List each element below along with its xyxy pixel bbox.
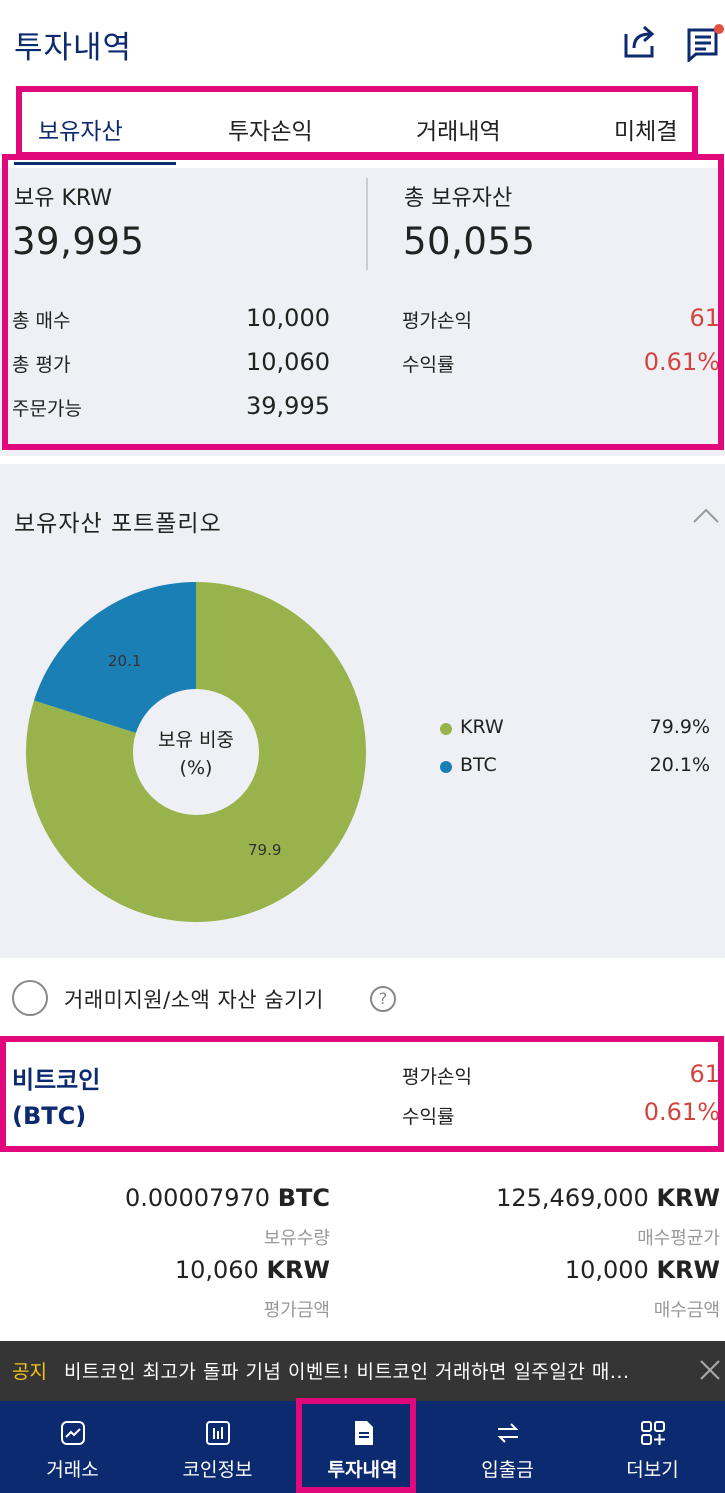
chevron-up-icon[interactable] bbox=[692, 506, 720, 526]
tab-transactions[interactable]: 거래내역 bbox=[416, 112, 501, 146]
coin-return-label: 수익률 bbox=[402, 1106, 455, 1128]
tab-unfilled[interactable]: 미체결 bbox=[614, 112, 677, 146]
return-label: 수익률 bbox=[402, 354, 455, 376]
avg-price-unit: KRW bbox=[656, 1184, 720, 1212]
help-icon[interactable]: ? bbox=[370, 986, 396, 1012]
nav-investment-history[interactable]: 투자내역 bbox=[290, 1401, 435, 1493]
total-eval-label: 총 평가 bbox=[12, 354, 71, 376]
notice-list-icon[interactable] bbox=[686, 22, 725, 62]
donut-center-line2: (%) bbox=[179, 757, 213, 779]
portfolio-title: 보유자산 포트폴리오 bbox=[14, 511, 222, 537]
coin-symbol: (BTC) bbox=[12, 1102, 87, 1130]
coin-pnl-value: 61 bbox=[689, 1060, 720, 1088]
holdings-summary: 보유 KRW 39,995 총 보유자산 50,055 총 매수 10,000 … bbox=[0, 168, 725, 456]
transfer-arrows-icon bbox=[497, 1423, 518, 1443]
total-assets-label: 총 보유자산 bbox=[404, 186, 513, 211]
donut-center-label: 보유 비중 (%) bbox=[136, 726, 256, 782]
document-icon bbox=[354, 1421, 373, 1445]
tab-profit-loss[interactable]: 투자손익 bbox=[228, 112, 313, 146]
return-value: 0.61% bbox=[643, 348, 720, 376]
asset-tabs: 보유자산 투자손익 거래내역 미체결 bbox=[0, 88, 725, 168]
pnl-label: 평가손익 bbox=[402, 310, 472, 332]
total-buy-value: 10,000 bbox=[246, 304, 330, 332]
notice-text[interactable]: 비트코인 최고가 돌파 기념 이벤트! 비트코인 거래하면 일주일간 매... bbox=[64, 1357, 630, 1384]
eval-amount: 10,060 KRW bbox=[20, 1256, 330, 1284]
holding-amount: 0.00007970 BTC bbox=[20, 1184, 330, 1212]
notice-bar[interactable]: 공지 비트코인 최고가 돌파 기념 이벤트! 비트코인 거래하면 일주일간 매.… bbox=[0, 1341, 725, 1401]
nav-deposit-withdraw-label: 입출금 bbox=[481, 1459, 534, 1481]
slice-label-krw: 79.9 bbox=[248, 841, 282, 859]
nav-deposit-withdraw[interactable]: 입출금 bbox=[435, 1401, 580, 1493]
total-buy-label: 총 매수 bbox=[12, 310, 71, 332]
pnl-value: 61 bbox=[689, 304, 720, 332]
donut-center-line1: 보유 비중 bbox=[158, 729, 234, 751]
legend-item-btc: BTC 20.1% bbox=[440, 752, 710, 782]
eval-amount-number: 10,060 bbox=[174, 1256, 259, 1284]
summary-divider bbox=[366, 178, 368, 270]
coin-pnl-label: 평가손익 bbox=[402, 1066, 472, 1088]
avg-price-label: 매수평균가 bbox=[637, 1228, 720, 1249]
hide-small-assets-row: 거래미지원/소액 자산 숨기기 ? bbox=[0, 958, 725, 1038]
notice-tag: 공지 bbox=[12, 1361, 47, 1383]
page-title: 투자내역 bbox=[14, 30, 133, 66]
app-header: 투자내역 bbox=[0, 0, 725, 88]
nav-exchange-label: 거래소 bbox=[46, 1459, 99, 1481]
nav-more-label: 더보기 bbox=[626, 1459, 679, 1481]
nav-coin-info[interactable]: 코인정보 bbox=[145, 1401, 290, 1493]
legend-pct-btc: 20.1% bbox=[649, 754, 710, 776]
slice-label-btc: 20.1 bbox=[108, 652, 142, 670]
buy-amount-label: 매수금액 bbox=[653, 1300, 720, 1321]
nav-coin-info-label: 코인정보 bbox=[182, 1459, 253, 1481]
eval-amount-label: 평가금액 bbox=[263, 1300, 330, 1321]
close-icon[interactable] bbox=[698, 1358, 722, 1382]
nav-more[interactable]: 더보기 bbox=[580, 1401, 725, 1493]
avg-price-number: 125,469,000 bbox=[496, 1184, 649, 1212]
eval-amount-unit: KRW bbox=[266, 1256, 330, 1284]
coin-detail: 0.00007970 BTC 보유수량 125,469,000 KRW 매수평균… bbox=[0, 1154, 725, 1344]
holding-amount-number: 0.00007970 bbox=[125, 1184, 271, 1212]
share-icon[interactable] bbox=[620, 22, 660, 62]
coin-return-value: 0.61% bbox=[643, 1098, 720, 1126]
tab-holdings[interactable]: 보유자산 bbox=[38, 112, 123, 146]
holding-amount-unit: BTC bbox=[277, 1184, 330, 1212]
legend-item-krw: KRW 79.9% bbox=[440, 714, 710, 744]
legend-dot-krw bbox=[440, 723, 452, 735]
nav-investment-history-label: 투자내역 bbox=[327, 1459, 398, 1481]
krw-label: 보유 KRW bbox=[14, 186, 113, 211]
legend-name-btc: BTC bbox=[460, 754, 497, 776]
legend-name-krw: KRW bbox=[460, 716, 504, 738]
exchange-chart-icon bbox=[60, 1421, 85, 1445]
buy-amount-number: 10,000 bbox=[564, 1256, 649, 1284]
orderable-value: 39,995 bbox=[246, 392, 330, 420]
hide-small-assets-label[interactable]: 거래미지원/소액 자산 숨기기 bbox=[64, 984, 324, 1014]
bottom-nav: 거래소 코인정보 투자내역 입출금 더보기 bbox=[0, 1401, 725, 1493]
total-eval-value: 10,060 bbox=[246, 348, 330, 376]
coin-info-icon bbox=[205, 1421, 230, 1445]
coin-name-korean: 비트코인 bbox=[12, 1066, 101, 1094]
coin-name: 비트코인 (BTC) bbox=[12, 1062, 100, 1134]
krw-value: 39,995 bbox=[12, 220, 145, 263]
legend-pct-krw: 79.9% bbox=[649, 716, 710, 738]
avg-price: 125,469,000 KRW bbox=[400, 1184, 720, 1212]
orderable-label: 주문가능 bbox=[12, 398, 82, 420]
coin-card-btc[interactable]: 비트코인 (BTC) 평가손익 61 수익률 0.61% bbox=[0, 1040, 725, 1150]
nav-exchange[interactable]: 거래소 bbox=[0, 1401, 145, 1493]
portfolio-section: 보유자산 포트폴리오 보유 비중 (%) 79.9 20.1 KRW 79.9%… bbox=[0, 464, 725, 958]
legend-dot-btc bbox=[440, 761, 452, 773]
hide-small-assets-radio[interactable] bbox=[12, 980, 48, 1016]
buy-amount-unit: KRW bbox=[656, 1256, 720, 1284]
buy-amount: 10,000 KRW bbox=[400, 1256, 720, 1284]
holding-amount-label: 보유수량 bbox=[263, 1228, 330, 1249]
tab-active-indicator bbox=[14, 162, 176, 165]
more-grid-icon bbox=[640, 1421, 665, 1445]
total-assets-value: 50,055 bbox=[403, 220, 536, 263]
